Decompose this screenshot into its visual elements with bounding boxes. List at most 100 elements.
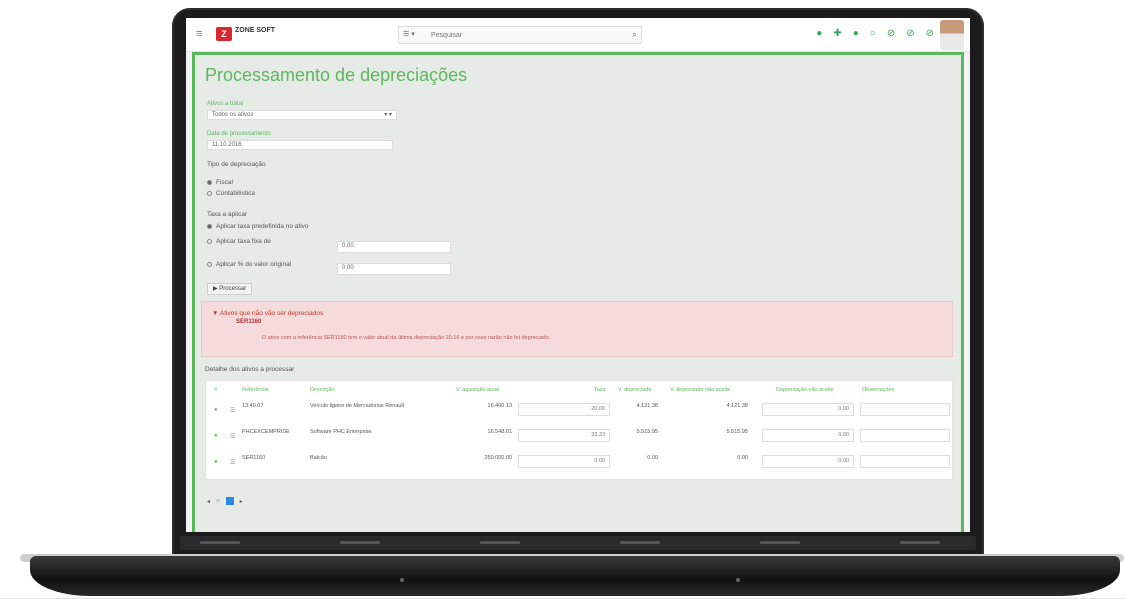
type-label: Tipo de depreciação [207, 161, 266, 168]
date-field[interactable]: 11.10.2016 [207, 140, 393, 150]
radio-dot [207, 223, 212, 229]
tag-icon[interactable]: ⊘ [906, 28, 914, 40]
pager-next[interactable]: ▸ [240, 498, 243, 505]
cell-acq: 250.000.00 [484, 455, 512, 461]
radio-dot [207, 190, 212, 196]
cell-ref: SER1160 [242, 455, 266, 461]
cell-dep: 0.00 [647, 455, 658, 461]
tag-icon[interactable]: ⊘ [926, 28, 934, 40]
edit-icon[interactable]: ☰ [230, 459, 235, 466]
expand-icon[interactable]: ● [214, 433, 218, 439]
radio-rate-default[interactable]: Aplicar taxa predefinida no ativo [207, 223, 309, 230]
brand-logo[interactable]: Z [216, 27, 232, 41]
col-header: Observações [862, 387, 895, 393]
na-input[interactable]: 0.00 [762, 455, 854, 468]
radio-dot [207, 261, 212, 267]
plus-icon[interactable]: ✚ [833, 28, 841, 40]
rate-input[interactable]: 0.00 [518, 455, 610, 468]
cell-dep-na: 5.515.95 [726, 429, 748, 435]
floor-line [0, 598, 1126, 599]
col-header: Depreciação não aceite [776, 387, 834, 393]
radio-dot [207, 179, 212, 185]
avatar[interactable] [940, 20, 964, 50]
radio-rate-default-label: Aplicar taxa predefinida no ativo [216, 223, 309, 230]
asset-select[interactable]: Todos os ativos ▾ ▾ [207, 110, 397, 120]
col-header: Descrição [310, 387, 335, 393]
alert-title[interactable]: ▼ Ativos que não vão ser depreciados [212, 310, 323, 317]
toolbar-icons: ● ✚ ● ○ ⊘ ⊘ ⊘ [816, 28, 934, 40]
process-button[interactable]: ▶ Processar [207, 283, 253, 295]
laptop-hinge [180, 536, 976, 550]
alert-message: O ativo com a referência SER1160 tem o v… [262, 335, 551, 341]
cell-ref: PHCEXCEMPRISE [242, 429, 290, 435]
alert-code: SER1160 [236, 319, 262, 325]
menu-icon[interactable]: ≡ [196, 29, 206, 40]
vent [620, 541, 660, 544]
table-row: ● ☰ PHCEXCEMPRISE Software PHC Enterpris… [206, 425, 954, 447]
radio-fiscal-label: Fiscal [216, 179, 233, 186]
rate-fixed-input[interactable]: 0.00 [337, 241, 451, 253]
cell-ref: 13.40.07 [242, 403, 264, 409]
laptop-base [30, 556, 1120, 596]
base-indicator [400, 578, 404, 582]
obs-input[interactable] [860, 455, 950, 468]
star-icon[interactable]: ● [853, 28, 859, 40]
table-row: ● ☰ 13.40.07 Veículo ligeiro de Mercador… [206, 399, 954, 421]
cell-dep-na: 4.121.38 [726, 403, 748, 409]
brand-caption: ZONE SOFT [235, 27, 276, 34]
col-header: V. aquisição atual [456, 387, 499, 393]
col-header: # [214, 387, 218, 393]
cell-dep: 4.121.38 [636, 403, 658, 409]
cell-desc: Balcão [310, 455, 327, 461]
search-icon[interactable]: ⌕ [632, 29, 637, 40]
search-scope-dropdown[interactable]: ☰ ▾ [403, 30, 415, 38]
pager-prev[interactable]: ◂ [207, 498, 210, 505]
vent [480, 541, 520, 544]
search-bar: ☰ ▾ ⌕ [398, 26, 642, 44]
na-input[interactable]: 0.00 [762, 429, 854, 442]
col-header: Referência [242, 387, 269, 393]
table-row: ● ☰ SER1160 Balcão 250.000.00 0.00 0.00 … [206, 451, 954, 473]
circle-icon[interactable]: ○ [870, 28, 876, 40]
pager-current[interactable] [225, 497, 234, 505]
col-header: V. depreciado [618, 387, 652, 393]
radio-dot [207, 238, 212, 244]
col-header: V. depreciado não aceite [670, 387, 731, 393]
radio-rate-fixed[interactable]: Aplicar taxa fixa de [207, 238, 271, 245]
cell-dep: 5.515.95 [636, 429, 658, 435]
rate-percent-input[interactable]: 0.00 [337, 263, 451, 275]
radio-fiscal[interactable]: Fiscal [207, 179, 233, 186]
base-indicator [736, 578, 740, 582]
expand-icon[interactable]: ● [214, 407, 218, 413]
vent [340, 541, 380, 544]
radio-rate-percent[interactable]: Aplicar % do valor original [207, 261, 291, 268]
vent [900, 541, 940, 544]
pagination: ◂ ○ ▸ [207, 497, 243, 505]
pager-first[interactable]: ○ [216, 498, 220, 504]
edit-icon[interactable]: ☰ [230, 433, 235, 440]
app-bar: ≡ Z ZONE SOFT ☰ ▾ ⌕ ● ✚ ● ○ ⊘ ⊘ ⊘ [186, 18, 970, 52]
section-title: Detalhe dos ativos a processar [205, 366, 295, 373]
rate-input[interactable]: 20.00 [518, 403, 610, 416]
radio-rate-fixed-label: Aplicar taxa fixa de [216, 238, 271, 245]
obs-input[interactable] [860, 429, 950, 442]
rate-input[interactable]: 33.33 [518, 429, 610, 442]
expand-icon[interactable]: ● [214, 459, 218, 465]
assets-table: # Referência Descrição V. aquisição atua… [205, 380, 953, 480]
date-label: Data de processamento [207, 131, 271, 137]
vent [760, 541, 800, 544]
chevron-down-icon: ▾ ▾ [384, 112, 392, 118]
tag-icon[interactable]: ⊘ [887, 28, 895, 40]
plus-icon[interactable]: ● [816, 28, 822, 40]
cell-acq: 16.548.01 [487, 429, 512, 435]
edit-icon[interactable]: ☰ [230, 407, 235, 414]
cell-acq: 16.460.13 [487, 403, 512, 409]
asset-label: Ativos a tratar [207, 101, 245, 107]
na-input[interactable]: 0.00 [762, 403, 854, 416]
page-title: Processamento de depreciações [205, 65, 468, 85]
radio-contabilistica[interactable]: Contabilística [207, 190, 255, 197]
obs-input[interactable] [860, 403, 950, 416]
col-header: Taxa [594, 387, 606, 393]
search-input[interactable] [431, 29, 611, 41]
cell-dep-na: 0.00 [737, 455, 748, 461]
